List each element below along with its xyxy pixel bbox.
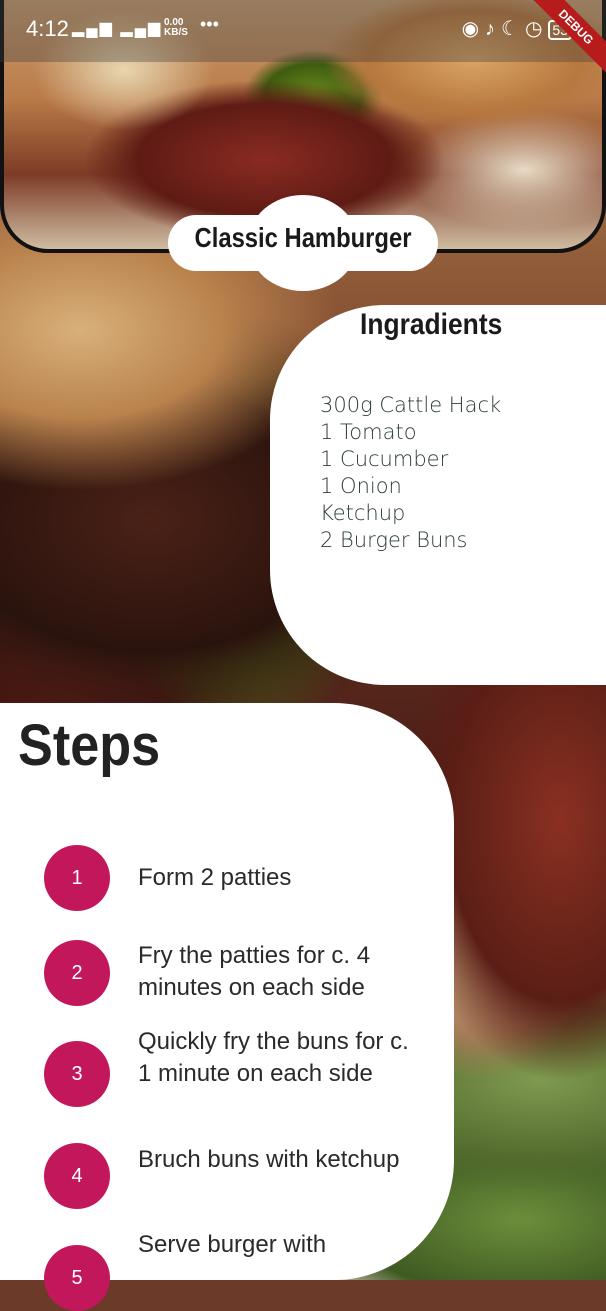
step-number-badge: 5 <box>44 1245 110 1311</box>
steps-heading: Steps <box>18 713 161 778</box>
step-text: Bruch buns with ketchup <box>138 1146 400 1173</box>
step-text: Serve burger with <box>138 1231 327 1258</box>
alarm-icon: ◷ <box>524 18 549 40</box>
ingredient-item: 1 Tomato <box>320 420 417 444</box>
recipe-title: Classic Hamburger <box>194 222 412 253</box>
ingredient-item: 1 Cucumber <box>320 447 449 471</box>
network-speed: 0.00 KB/S <box>164 18 188 38</box>
step-number-badge: 3 <box>44 1041 110 1107</box>
mute-icon: ♪ <box>485 18 502 40</box>
step-text: Fry the patties for c. 4 minutes on each… <box>138 942 371 1001</box>
ingredients-heading: Ingradients <box>360 308 503 341</box>
speed-unit: KB/S <box>164 27 188 38</box>
step-number-badge: 2 <box>44 940 110 1006</box>
sync-icon: ◉ <box>461 18 486 40</box>
ingredient-item: 300g Cattle Hack <box>320 393 502 417</box>
step-text: Quickly fry the buns for c. 1 minute on … <box>138 1028 409 1087</box>
ingredient-item: 1 Onion <box>320 474 402 498</box>
ingredient-item: 2 Burger Buns <box>320 528 468 552</box>
signal-icon: ▂▄▆ ▂▄▆ <box>72 20 163 37</box>
status-bar: 4:12 ▂▄▆ ▂▄▆ 0.00 KB/S ••• ◉♪☾◷ 53 DEBUG <box>0 0 606 78</box>
status-time: 4:12 <box>26 16 69 41</box>
step-number-badge: 1 <box>44 845 110 911</box>
step-number-badge: 4 <box>44 1143 110 1209</box>
ingredient-item: Ketchup <box>320 501 406 525</box>
more-notifications-icon: ••• <box>200 14 219 34</box>
moon-icon: ☾ <box>501 18 525 40</box>
step-text: Form 2 patties <box>138 864 292 891</box>
ingredients-list: 300g Cattle Hack 1 Tomato 1 Cucumber 1 O… <box>320 392 501 554</box>
